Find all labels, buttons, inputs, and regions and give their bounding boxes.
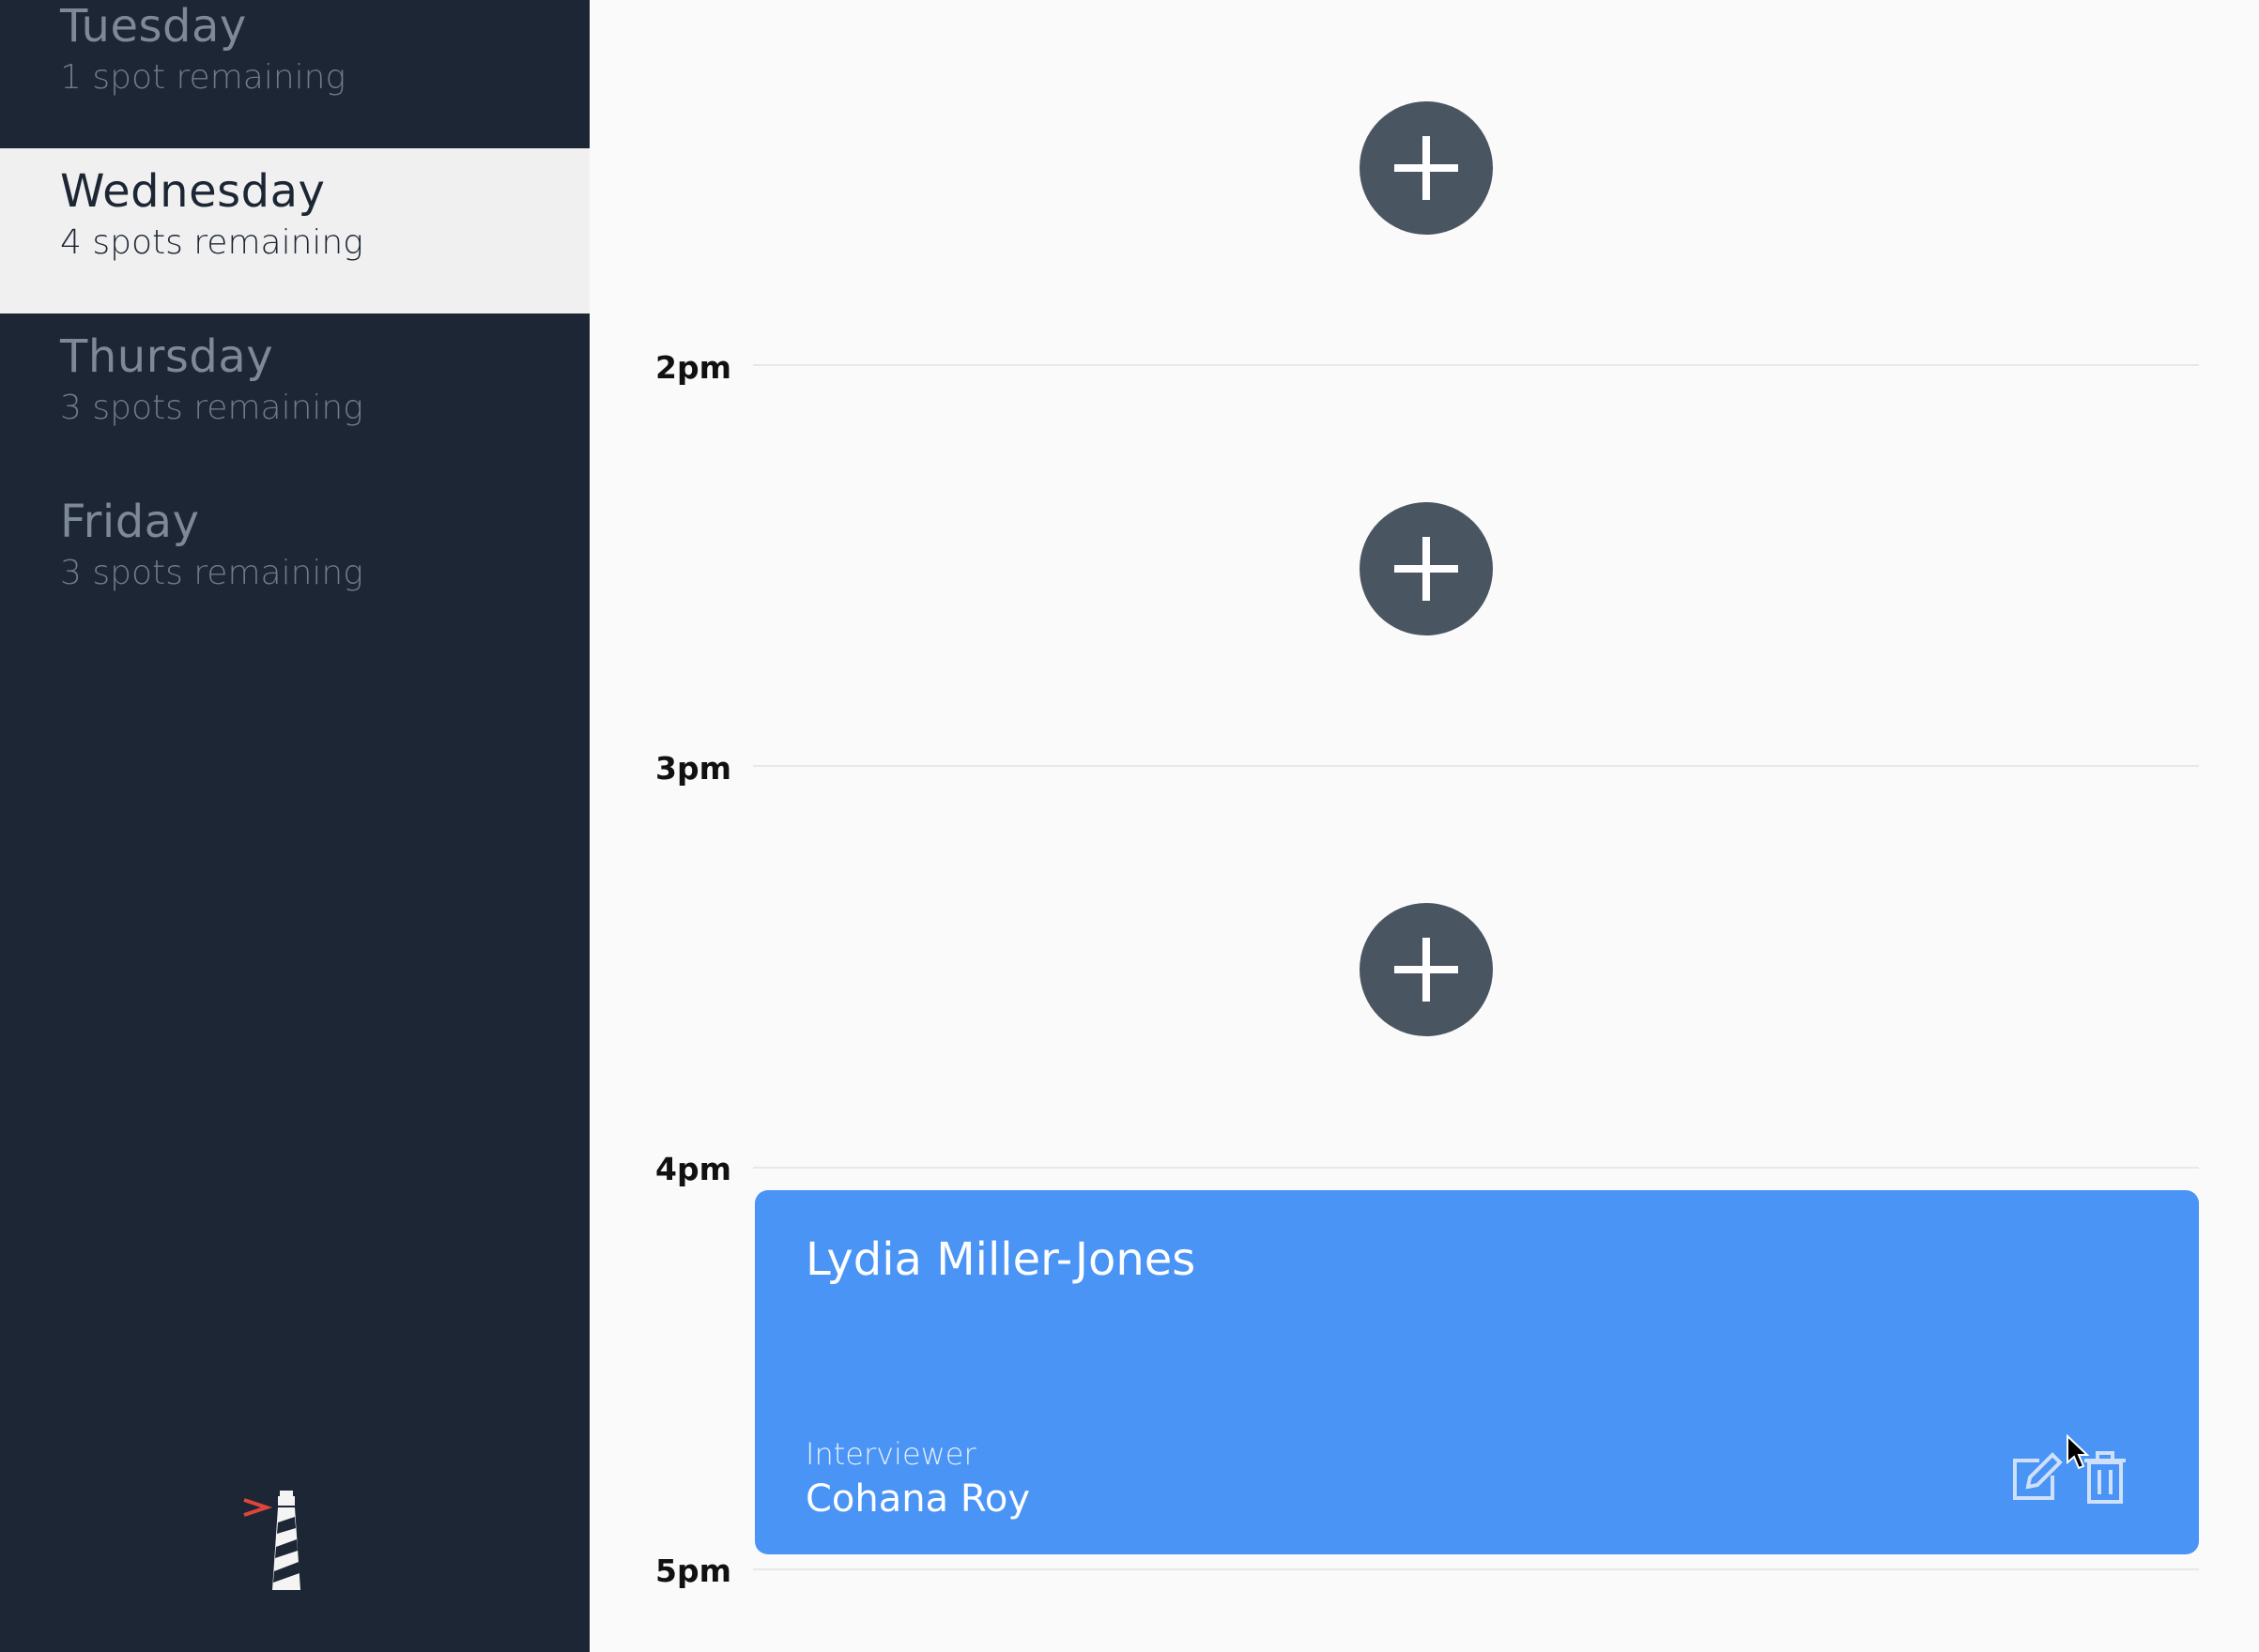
hour-divider [753,765,2199,767]
sidebar: Tuesday 1 spot remaining Wednesday 4 spo… [0,0,590,1652]
plus-icon [1394,537,1458,601]
day-spots: 3 spots remaining [60,389,363,427]
day-item-tuesday[interactable]: Tuesday 1 spot remaining [0,0,590,148]
interviewer-name: Cohana Roy [806,1477,1030,1521]
interviewer-label: Interviewer [806,1436,976,1472]
day-name: Friday [60,496,200,548]
day-item-wednesday[interactable]: Wednesday 4 spots remaining [0,148,590,314]
plus-icon [1394,938,1458,1002]
day-spots: 3 spots remaining [60,554,363,592]
appointment-card: Lydia Miller-Jones Interviewer Cohana Ro… [755,1190,2199,1554]
add-appointment-button[interactable] [1360,903,1493,1036]
edit-button[interactable] [2007,1449,2064,1506]
hour-label-5pm: 5pm [655,1553,731,1589]
lighthouse-logo [240,1489,315,1592]
edit-icon [2013,1452,2063,1500]
hour-label-2pm: 2pm [655,349,731,386]
day-item-thursday[interactable]: Thursday 3 spots remaining [0,314,590,479]
student-name: Lydia Miller-Jones [806,1233,1196,1286]
day-spots: 4 spots remaining [60,223,363,262]
day-item-friday[interactable]: Friday 3 spots remaining [0,479,590,644]
plus-icon [1394,136,1458,200]
day-name: Thursday [60,330,274,383]
schedule-panel: 2pm 3pm 4pm Lydia Miller-Jones Interview… [590,0,2259,1652]
hour-label-3pm: 3pm [655,750,731,787]
add-appointment-button[interactable] [1360,502,1493,635]
hour-label-4pm: 4pm [655,1151,731,1187]
mouse-cursor-icon [2066,1433,2090,1472]
day-spots: 1 spot remaining [60,58,346,97]
hour-divider [753,364,2199,366]
hour-divider [753,1568,2199,1570]
day-name: Tuesday [60,0,247,53]
add-appointment-button[interactable] [1360,101,1493,235]
hour-divider [753,1167,2199,1169]
day-name: Wednesday [60,165,326,218]
